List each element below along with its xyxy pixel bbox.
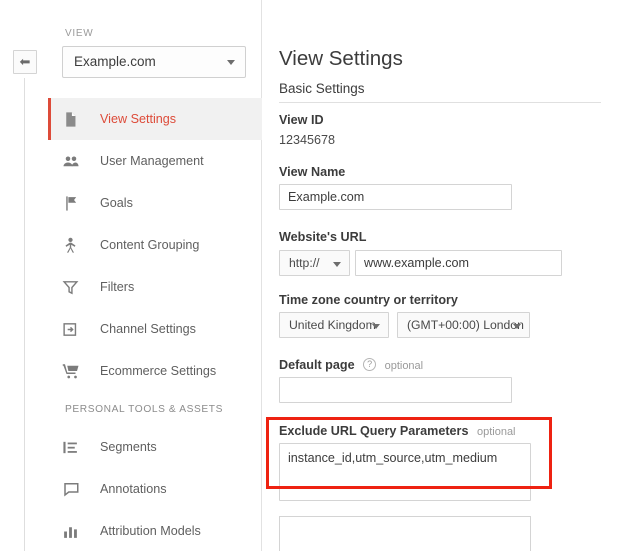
sidebar-item-filters[interactable]: Filters bbox=[48, 266, 262, 308]
settings-sidebar: VIEW Example.com View Settings User Mana… bbox=[48, 0, 262, 551]
website-url-label: Website's URL bbox=[279, 230, 367, 244]
cart-icon bbox=[62, 362, 90, 380]
bar-chart-icon bbox=[62, 523, 90, 540]
exclude-query-params-textarea[interactable] bbox=[279, 443, 531, 501]
protocol-dropdown[interactable]: http:// bbox=[279, 250, 350, 276]
sidebar-item-goals[interactable]: Goals bbox=[48, 182, 262, 224]
rail-divider bbox=[24, 78, 25, 551]
sidebar-item-ecommerce-settings[interactable]: Ecommerce Settings bbox=[48, 350, 262, 392]
default-page-label: Default page ? optional bbox=[279, 358, 423, 372]
users-icon bbox=[62, 152, 90, 170]
default-page-label-text: Default page bbox=[279, 358, 355, 372]
left-rail: ⬅ bbox=[0, 0, 48, 551]
exclude-query-params-optional-text: optional bbox=[476, 426, 516, 438]
sidebar-item-label: View Settings bbox=[100, 112, 177, 126]
sidebar-item-label: Channel Settings bbox=[100, 322, 196, 336]
basic-settings-heading: Basic Settings bbox=[279, 81, 365, 96]
comment-icon bbox=[62, 480, 90, 498]
sidebar-item-label: User Management bbox=[100, 154, 204, 168]
sidebar-item-label: Segments bbox=[100, 440, 157, 454]
default-page-input[interactable] bbox=[279, 377, 512, 403]
view-selector-value: Example.com bbox=[74, 54, 156, 69]
sidebar-item-label: Goals bbox=[100, 196, 133, 210]
timezone-label: Time zone country or territory bbox=[279, 293, 458, 307]
section-divider bbox=[279, 102, 601, 103]
channel-icon bbox=[62, 321, 90, 338]
person-icon bbox=[62, 237, 90, 254]
sidebar-nav: View Settings User Management Goals Cont… bbox=[48, 98, 262, 552]
exclude-query-params-label: Exclude URL Query Parameters optional bbox=[279, 424, 516, 438]
view-settings-panel: View Settings Basic Settings View ID 123… bbox=[262, 0, 617, 551]
collapse-nav-button[interactable]: ⬅ bbox=[13, 50, 37, 74]
view-id-value: 12345678 bbox=[279, 133, 336, 147]
timezone-zone-value: (GMT+00:00) London bbox=[407, 318, 524, 332]
sidebar-item-content-grouping[interactable]: Content Grouping bbox=[48, 224, 262, 266]
view-id-label: View ID bbox=[279, 113, 324, 127]
view-selector-label: VIEW bbox=[65, 28, 94, 39]
sidebar-item-segments[interactable]: Segments bbox=[48, 426, 262, 468]
sidebar-item-label: Content Grouping bbox=[100, 238, 200, 252]
timezone-zone-dropdown[interactable]: (GMT+00:00) London bbox=[397, 312, 530, 338]
sidebar-item-label: Filters bbox=[100, 280, 135, 294]
default-page-optional-text: optional bbox=[384, 360, 424, 372]
next-field-partial[interactable] bbox=[279, 516, 531, 551]
document-icon bbox=[62, 111, 90, 128]
chevron-down-icon bbox=[372, 324, 380, 329]
chevron-down-icon bbox=[513, 324, 521, 329]
website-url-input[interactable] bbox=[355, 250, 562, 276]
chevron-down-icon bbox=[333, 262, 341, 267]
sidebar-item-label: Attribution Models bbox=[100, 524, 201, 538]
question-mark-icon[interactable]: ? bbox=[363, 358, 377, 371]
protocol-value: http:// bbox=[289, 256, 320, 270]
funnel-icon bbox=[62, 279, 90, 296]
exclude-query-params-label-text: Exclude URL Query Parameters bbox=[279, 424, 469, 438]
view-name-input[interactable] bbox=[279, 184, 512, 210]
segments-icon bbox=[62, 439, 90, 456]
arrow-left-icon: ⬅ bbox=[19, 54, 31, 69]
sidebar-item-attribution-models[interactable]: Attribution Models bbox=[48, 510, 262, 552]
flag-icon bbox=[62, 195, 90, 212]
view-selector-dropdown[interactable]: Example.com bbox=[62, 46, 246, 78]
sidebar-item-label: Annotations bbox=[100, 482, 167, 496]
sidebar-item-view-settings[interactable]: View Settings bbox=[48, 98, 262, 140]
timezone-country-dropdown[interactable]: United Kingdom bbox=[279, 312, 389, 338]
sidebar-item-user-management[interactable]: User Management bbox=[48, 140, 262, 182]
chevron-down-icon bbox=[227, 60, 235, 65]
timezone-country-value: United Kingdom bbox=[289, 318, 376, 332]
sidebar-item-annotations[interactable]: Annotations bbox=[48, 468, 262, 510]
sidebar-item-channel-settings[interactable]: Channel Settings bbox=[48, 308, 262, 350]
view-name-label: View Name bbox=[279, 165, 346, 179]
sidebar-item-label: Ecommerce Settings bbox=[100, 364, 217, 378]
sidebar-section-personal-tools: PERSONAL TOOLS & ASSETS bbox=[65, 403, 223, 415]
page-title: View Settings bbox=[279, 46, 403, 70]
